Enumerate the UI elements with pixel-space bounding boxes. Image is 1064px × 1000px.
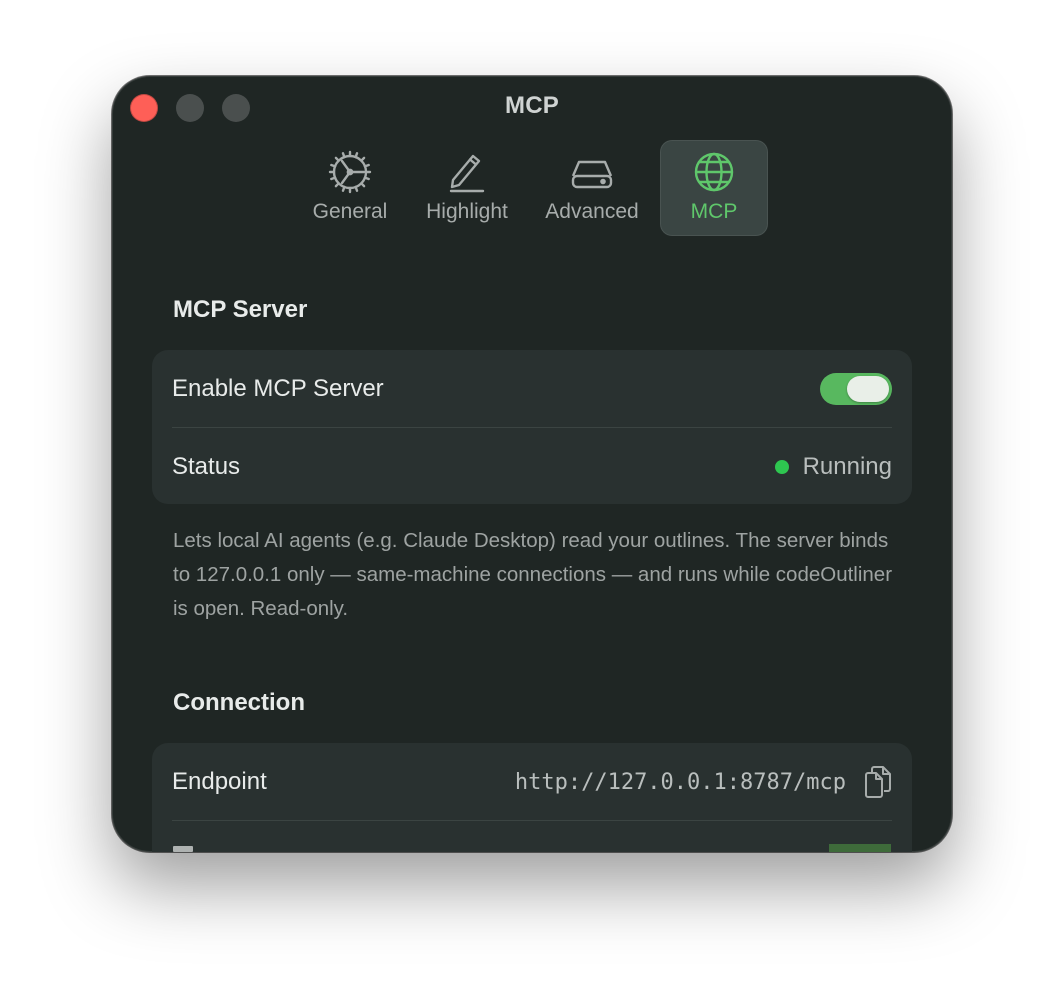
enable-mcp-label: Enable MCP Server [172,375,384,402]
tab-advanced-label: Advanced [545,200,639,223]
clipped-row-badge [829,844,891,852]
window-title: MCP [505,92,559,119]
copy-icon[interactable] [862,765,892,799]
drive-icon [571,160,613,189]
endpoint-row: Endpoint http://127.0.0.1:8787/mcp [172,743,892,821]
endpoint-label: Endpoint [172,768,267,795]
tab-highlight-label: Highlight [426,200,508,223]
gear-icon [328,150,372,194]
tab-mcp[interactable]: MCP [660,140,768,236]
toggle-knob [847,376,889,402]
tab-general-label: General [312,200,388,223]
enable-mcp-toggle[interactable] [820,373,892,405]
status-row: Status Running [172,428,892,506]
status-text: Running [802,453,892,480]
connection-section-title: Connection [173,689,305,716]
preferences-toolbar: General Highlight Advanced MCP [112,140,952,236]
tab-highlight[interactable]: Highlight [412,140,522,236]
globe-icon [694,152,734,192]
tab-general[interactable]: General [298,140,402,236]
settings-window: MCP General Highlight Advanced MCP MCP S… [112,76,952,852]
tab-mcp-label: MCP [690,200,738,223]
endpoint-url[interactable]: http://127.0.0.1:8787/mcp [515,770,846,795]
status-label: Status [172,453,241,480]
mcp-server-description: Lets local AI agents (e.g. Claude Deskto… [173,529,893,620]
mcp-server-group: Enable MCP Server Status Running [152,350,912,504]
row-divider [172,820,892,821]
pencil-icon [449,154,485,193]
endpoint-value-container: http://127.0.0.1:8787/mcp [515,765,892,799]
tab-advanced[interactable]: Advanced [532,140,652,236]
enable-mcp-row: Enable MCP Server [172,350,892,428]
status-indicator-dot [774,460,789,474]
status-value: Running [774,453,892,481]
mcp-server-section-title: MCP Server [173,296,308,323]
clipped-row-label [173,846,193,852]
connection-group: Endpoint http://127.0.0.1:8787/mcp [152,743,912,852]
